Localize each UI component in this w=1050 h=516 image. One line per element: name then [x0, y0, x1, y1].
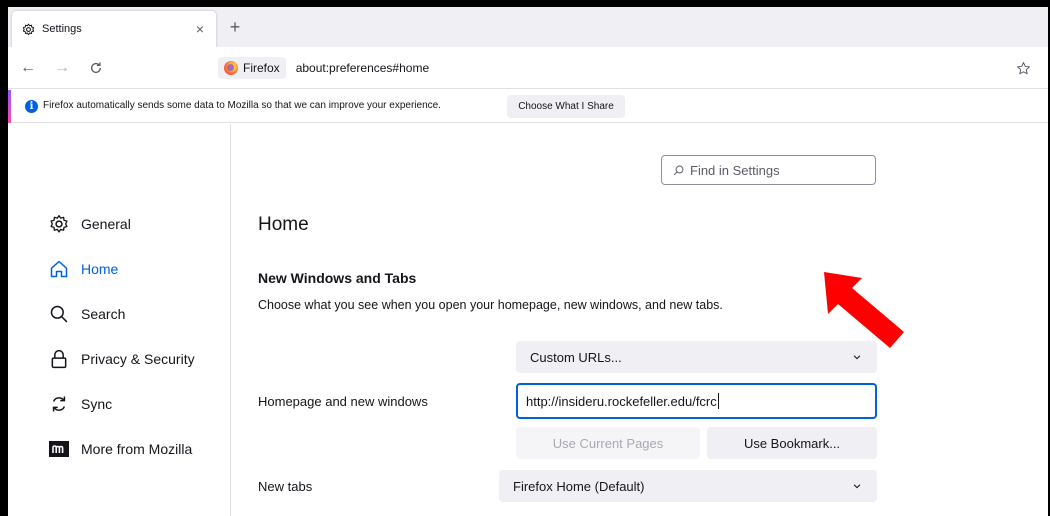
sidebar-item-label: Privacy & Security: [81, 351, 195, 367]
new-tabs-select-value: Firefox Home (Default): [513, 478, 645, 494]
home-icon: [48, 258, 70, 280]
new-tabs-select[interactable]: Firefox Home (Default): [499, 470, 877, 502]
reload-icon: [90, 62, 102, 73]
category-sidebar: General Home Search Privacy & Security S…: [8, 124, 231, 516]
firefox-logo-icon: [224, 61, 238, 75]
forward-button[interactable]: →: [51, 57, 73, 79]
chevron-down-icon: [851, 480, 863, 492]
sidebar-item-label: General: [81, 216, 131, 232]
browser-window: Settings × + ← → Firefox about:preferenc…: [8, 7, 1048, 516]
sidebar-item-home[interactable]: Home: [48, 254, 118, 284]
text-caret: [717, 393, 719, 409]
new-tabs-label: New tabs: [258, 479, 313, 494]
identity-box[interactable]: Firefox: [218, 57, 286, 79]
tab-strip: Settings × +: [8, 7, 1048, 47]
use-bookmark-button[interactable]: Use Bookmark...: [707, 427, 877, 459]
home-settings-pane: Find in Settings Home New Windows and Ta…: [232, 124, 1048, 516]
annotation-arrow-icon: [824, 272, 904, 348]
sidebar-item-search[interactable]: Search: [48, 299, 125, 329]
bookmark-star-icon[interactable]: [1012, 57, 1034, 79]
url-bar[interactable]: Firefox about:preferences#home: [208, 53, 1044, 83]
sidebar-item-general[interactable]: General: [48, 209, 131, 239]
url-text[interactable]: about:preferences#home: [296, 61, 429, 75]
find-placeholder: Find in Settings: [690, 162, 780, 178]
close-icon[interactable]: ×: [192, 21, 208, 37]
search-icon: [672, 164, 684, 176]
reload-button[interactable]: [85, 57, 107, 79]
back-button[interactable]: ←: [17, 57, 39, 79]
lock-icon: [48, 348, 70, 370]
notification-accent: [8, 90, 11, 123]
find-in-settings-input[interactable]: Find in Settings: [661, 155, 876, 185]
sidebar-item-label: Search: [81, 306, 126, 322]
homepage-select-value: Custom URLs...: [530, 349, 622, 365]
homepage-url-field[interactable]: http://insideru.rockefeller.edu/fcrc: [516, 383, 877, 419]
sidebar-item-label: Sync: [81, 396, 113, 412]
tab-title: Settings: [42, 23, 82, 35]
sidebar-item-label: More from Mozilla: [81, 441, 193, 457]
sync-icon: [48, 393, 70, 415]
sidebar-item-sync[interactable]: Sync: [48, 389, 112, 419]
use-current-pages-button[interactable]: Use Current Pages: [516, 427, 700, 459]
mozilla-icon: [48, 438, 70, 460]
gear-icon: [20, 21, 36, 37]
sidebar-item-label: Home: [81, 261, 119, 277]
notification-text: Firefox automatically sends some data to…: [43, 100, 441, 111]
data-notification-bar: i Firefox automatically sends some data …: [8, 90, 1048, 123]
choose-what-i-share-button[interactable]: Choose What I Share: [507, 95, 625, 118]
sidebar-item-more-from-mozilla[interactable]: More from Mozilla: [48, 434, 192, 464]
homepage-label: Homepage and new windows: [258, 394, 428, 409]
tab-settings[interactable]: Settings ×: [12, 11, 216, 47]
sidebar-item-privacy[interactable]: Privacy & Security: [48, 344, 195, 374]
section-description: Choose what you see when you open your h…: [258, 298, 723, 312]
new-tab-button[interactable]: +: [226, 18, 244, 37]
search-icon: [48, 303, 70, 325]
info-icon: i: [25, 100, 38, 113]
navigation-toolbar: ← → Firefox about:preferences#home: [8, 47, 1048, 89]
page-title: Home: [258, 214, 309, 235]
section-title: New Windows and Tabs: [258, 270, 417, 286]
identity-label: Firefox: [243, 61, 280, 75]
homepage-url-value: http://insideru.rockefeller.edu/fcrc: [526, 393, 717, 409]
chevron-down-icon: [851, 351, 863, 363]
gear-icon: [48, 213, 70, 235]
